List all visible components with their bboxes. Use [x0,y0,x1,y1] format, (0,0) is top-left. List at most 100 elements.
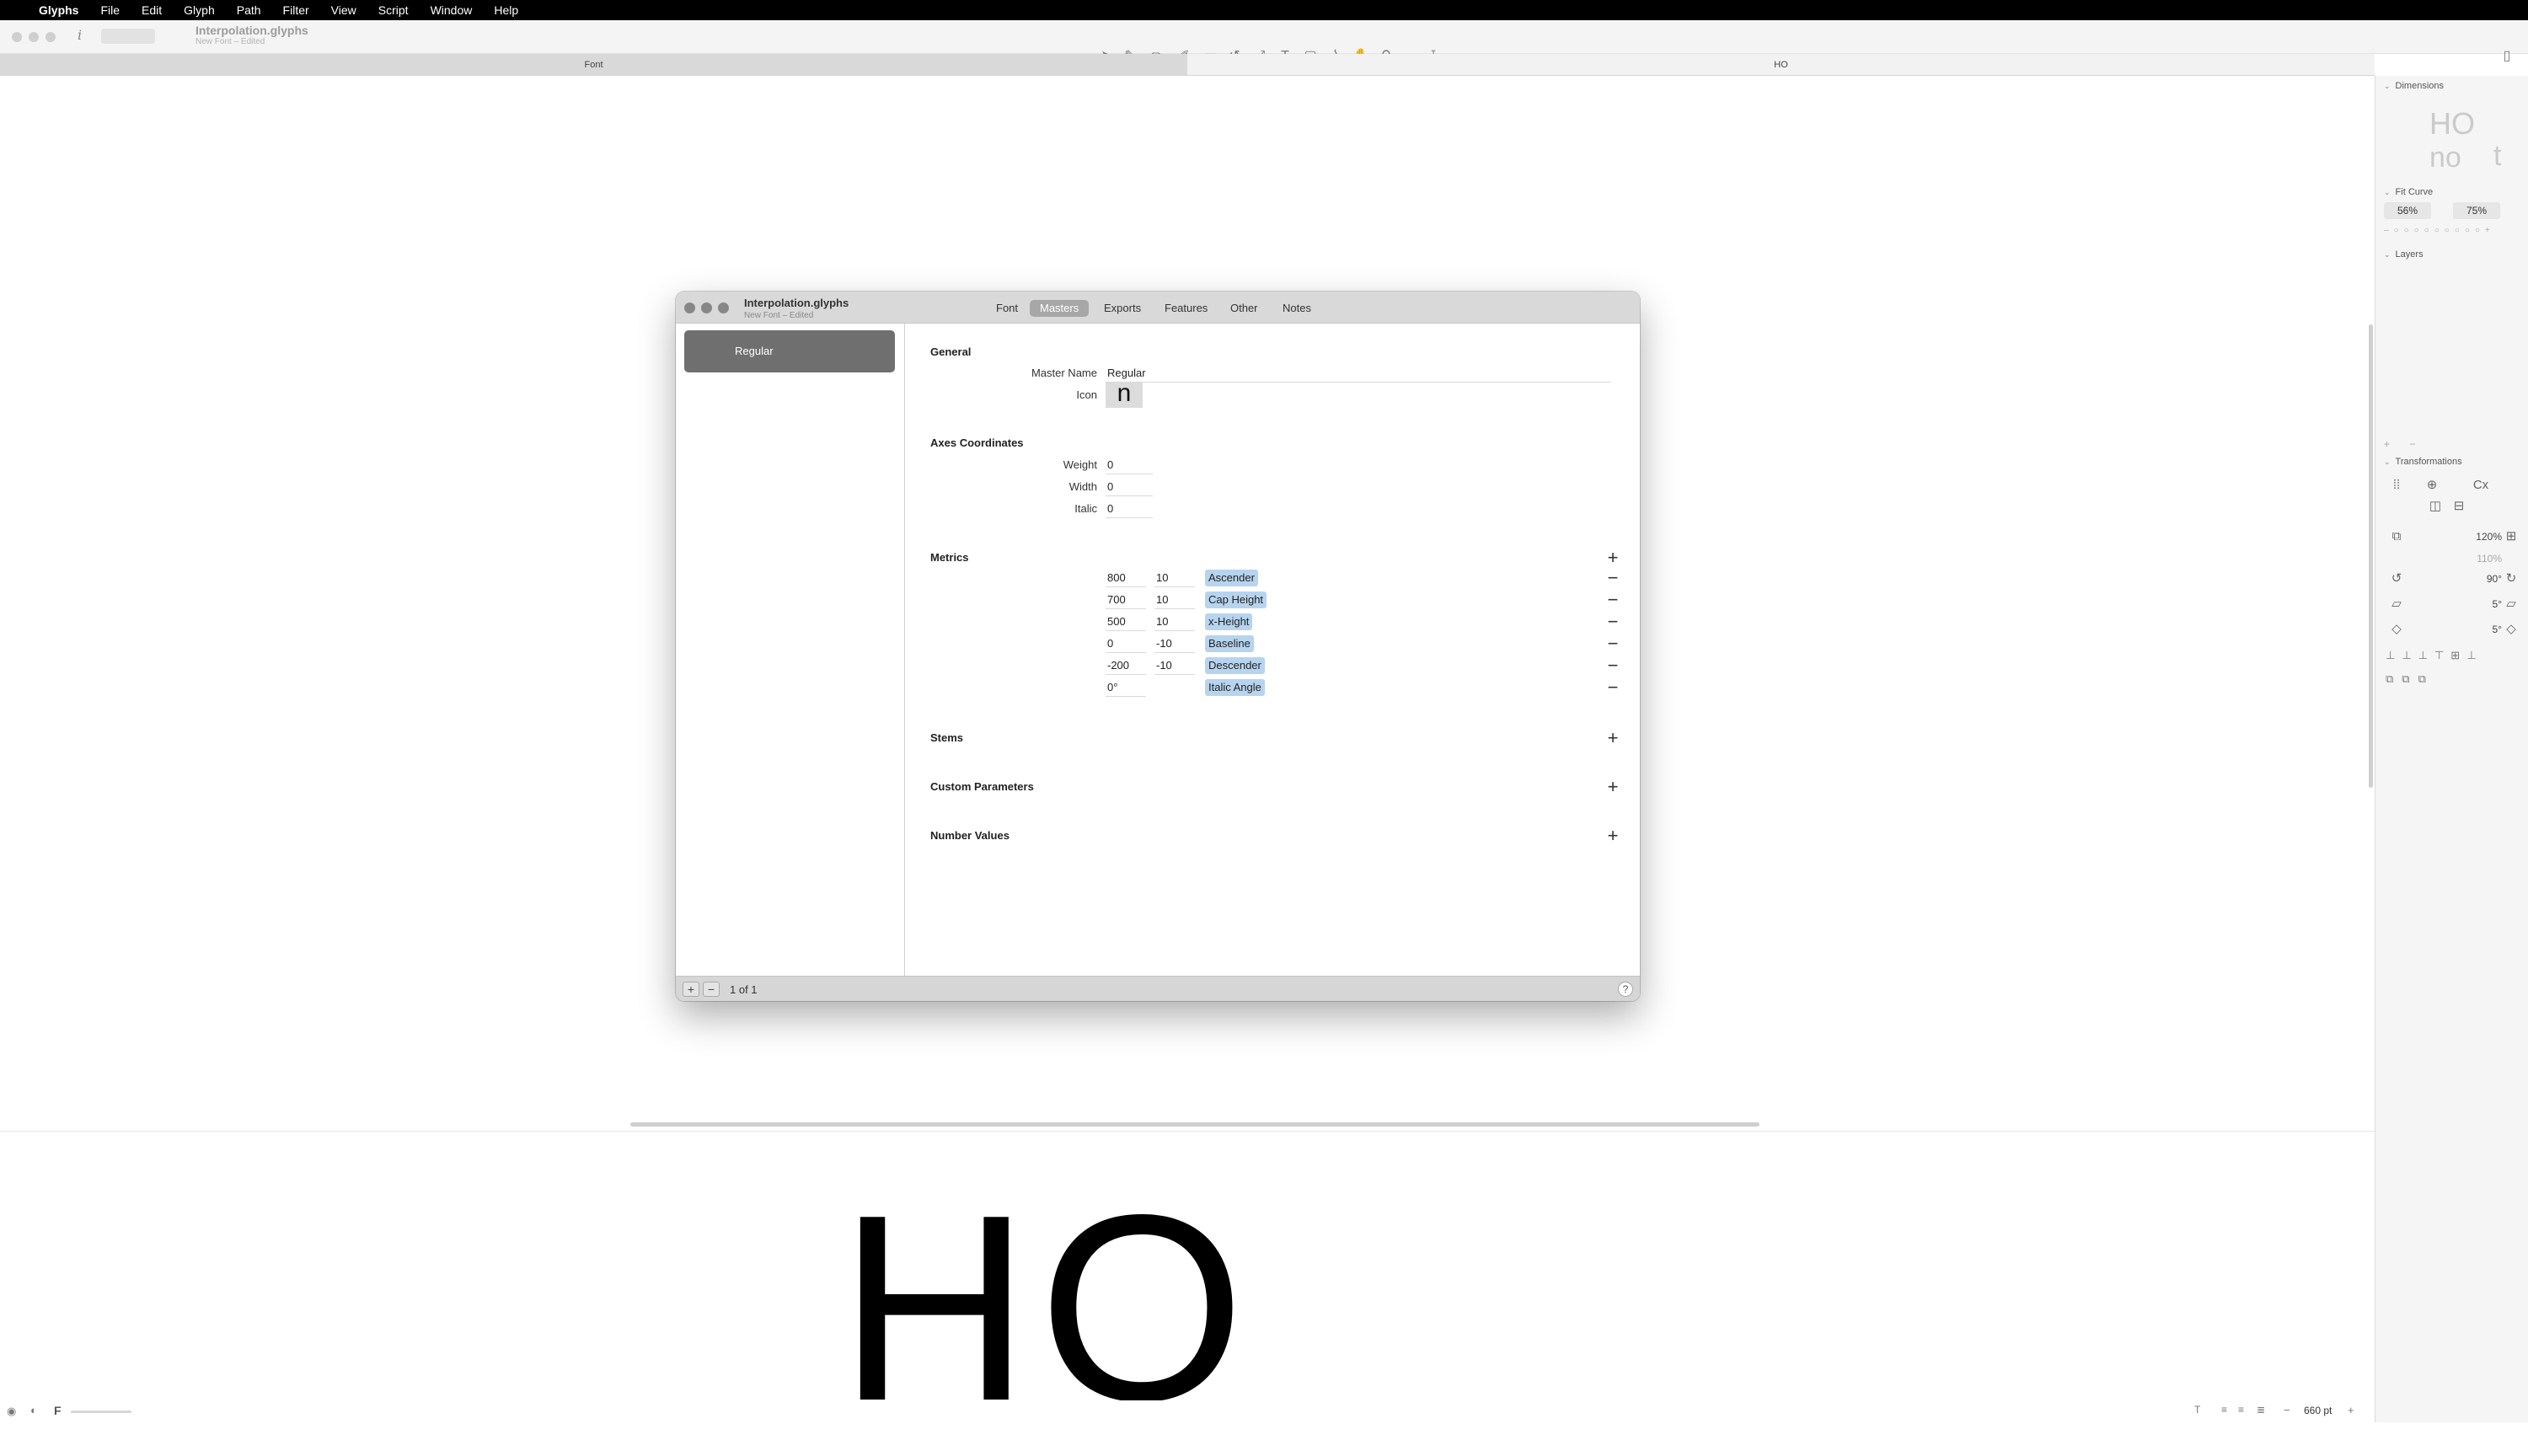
remove-metric-cap-height-button[interactable]: − [1604,591,1622,609]
menu-app[interactable]: Glyphs [39,3,78,17]
metric-overshoot-ascender[interactable]: 10 [1154,569,1195,587]
menu-file[interactable]: File [100,3,120,17]
align-right-icon[interactable]: ≣ [2257,1404,2265,1416]
metric-value-italic-angle[interactable]: 0° [1106,678,1146,697]
color-icon[interactable]: ◐ [30,1404,37,1416]
cx-icon[interactable]: Cx [2460,476,2502,495]
scale-up-icon[interactable]: ⊞ [2502,527,2520,546]
metric-name-cap-height[interactable]: Cap Height [1205,592,1267,608]
eye-icon[interactable]: ◉ [7,1405,16,1418]
tab-edit-ho[interactable]: HO [1187,54,2375,75]
menu-edit[interactable]: Edit [142,3,162,17]
add-master-button[interactable]: + [683,982,699,997]
transformations-section[interactable]: ⌄ Transformations [2384,457,2462,467]
menu-glyph[interactable]: Glyph [184,3,215,17]
metric-value-x-height[interactable]: 500 [1106,613,1146,631]
preview-slider[interactable] [71,1410,131,1413]
axis-field-weight[interactable]: 0 [1106,456,1153,474]
horizontal-scrollbar[interactable] [630,1122,1759,1127]
metric-overshoot-baseline[interactable]: -10 [1154,634,1195,653]
tab-other[interactable]: Other [1220,300,1268,317]
master-selector[interactable] [101,29,155,44]
metric-name-baseline[interactable]: Baseline [1205,635,1254,652]
fit-curve-min-field[interactable]: 56% [2384,202,2431,219]
layer-add-remove-buttons[interactable]: + − [2384,438,2424,450]
remove-metric-ascender-button[interactable]: − [1604,569,1622,587]
align-icons[interactable]: ⊥⊥⊥⊤⊞⊥ [2386,649,2483,662]
zoom-window-button[interactable] [46,32,56,42]
metric-value-ascender[interactable]: 800 [1106,569,1146,587]
remove-metric-baseline-button[interactable]: − [1604,634,1622,653]
fit-curve-section[interactable]: ⌄ Fit Curve [2384,187,2433,197]
zoom-out-icon[interactable]: − [2284,1404,2290,1416]
menu-view[interactable]: View [331,3,356,17]
menu-filter[interactable]: Filter [283,3,309,17]
minimize-window-button[interactable] [29,32,39,42]
font-info-close-button[interactable] [684,302,695,313]
tab-exports[interactable]: Exports [1094,300,1151,317]
metric-value-descender[interactable]: -200 [1106,656,1146,675]
scale-icon[interactable]: ⧉ [2387,527,2406,546]
metric-overshoot-descender[interactable]: -10 [1154,656,1195,675]
fit-curve-max-field[interactable]: 75% [2453,202,2500,219]
slant-right-icon[interactable]: ▱ [2502,595,2520,613]
sidebar-toggle-icon[interactable]: ▯ [2498,47,2516,66]
remove-metric-descender-button[interactable]: − [1604,656,1622,675]
remove-master-button[interactable]: − [703,982,720,997]
menu-window[interactable]: Window [431,3,473,17]
tab-font[interactable]: Font [0,54,1187,75]
layers-section[interactable]: ⌄ Layers [2384,249,2424,260]
dimensions-section[interactable]: ⌄ Dimensions [2384,81,2444,91]
metric-name-descender[interactable]: Descender [1205,657,1265,674]
tab-font-info[interactable]: Font [986,300,1028,317]
help-icon[interactable]: ? [1618,982,1633,997]
tab-features[interactable]: Features [1154,300,1218,317]
master-name-field[interactable]: Regular [1106,364,1611,383]
rotate-cw-icon[interactable]: ↻ [2502,570,2520,588]
rotate-value-field[interactable]: 90° [2468,573,2502,585]
axis-field-width[interactable]: 0 [1106,478,1153,496]
mirror-vertical-icon[interactable]: ⊟ [2450,497,2468,516]
remove-metric-italic-angle-button[interactable]: − [1604,678,1622,697]
rotate-ccw-icon[interactable]: ↺ [2387,570,2406,588]
slant-vertical-icon[interactable]: ◇ [2387,620,2406,639]
menu-help[interactable]: Help [494,3,518,17]
info-icon[interactable]: i [78,27,82,43]
metric-value-cap-height[interactable]: 700 [1106,591,1146,609]
fit-curve-steps[interactable]: –○○○○○○○○○+ [2384,226,2519,235]
metric-name-italic-angle[interactable]: Italic Angle [1205,679,1265,696]
add-stem-button[interactable]: + [1604,729,1622,747]
align-left-icon[interactable]: ≡ [2221,1404,2227,1416]
mirror-horizontal-icon[interactable]: ◫ [2426,497,2445,516]
font-size-value[interactable]: 660 pt [2304,1405,2332,1416]
zoom-in-icon[interactable]: + [2348,1404,2354,1416]
master-item-regular[interactable]: Regular [684,330,895,372]
slant-up-icon[interactable]: ◇ [2502,620,2520,639]
axis-field-italic[interactable]: 0 [1106,500,1153,518]
add-number-value-button[interactable]: + [1604,827,1622,845]
menu-path[interactable]: Path [237,3,261,17]
grid-origin-icon[interactable]: ⁞⁞ [2387,476,2406,495]
metric-value-baseline[interactable]: 0 [1106,634,1146,653]
slant-vertical-field[interactable]: 5° [2468,624,2502,635]
vertical-scrollbar[interactable] [2369,324,2373,788]
master-icon-selector[interactable]: n [1106,381,1143,408]
slant-horizontal-icon[interactable]: ▱ [2387,595,2406,613]
font-info-minimize-button[interactable] [701,302,712,313]
slant-horizontal-field[interactable]: 5° [2468,598,2502,610]
metric-name-ascender[interactable]: Ascender [1205,570,1258,586]
metric-overshoot-x-height[interactable]: 10 [1154,613,1195,631]
font-info-zoom-button[interactable] [718,302,729,313]
tab-masters[interactable]: Masters [1030,300,1090,317]
crosshair-icon[interactable]: ⊕ [2423,476,2441,495]
scale-secondary-field[interactable]: 110% [2468,553,2502,565]
add-custom-parameter-button[interactable]: + [1604,778,1622,796]
remove-metric-x-height-button[interactable]: − [1604,613,1622,631]
font-icon[interactable]: F [54,1404,62,1417]
boolean-icons[interactable]: ⧉⧉⧉ [2386,672,2434,686]
close-window-button[interactable] [12,32,22,42]
metric-overshoot-cap-height[interactable]: 10 [1154,591,1195,609]
text-settings-icon[interactable]: T [2194,1404,2200,1416]
menu-script[interactable]: Script [378,3,409,17]
tab-notes[interactable]: Notes [1272,300,1321,317]
